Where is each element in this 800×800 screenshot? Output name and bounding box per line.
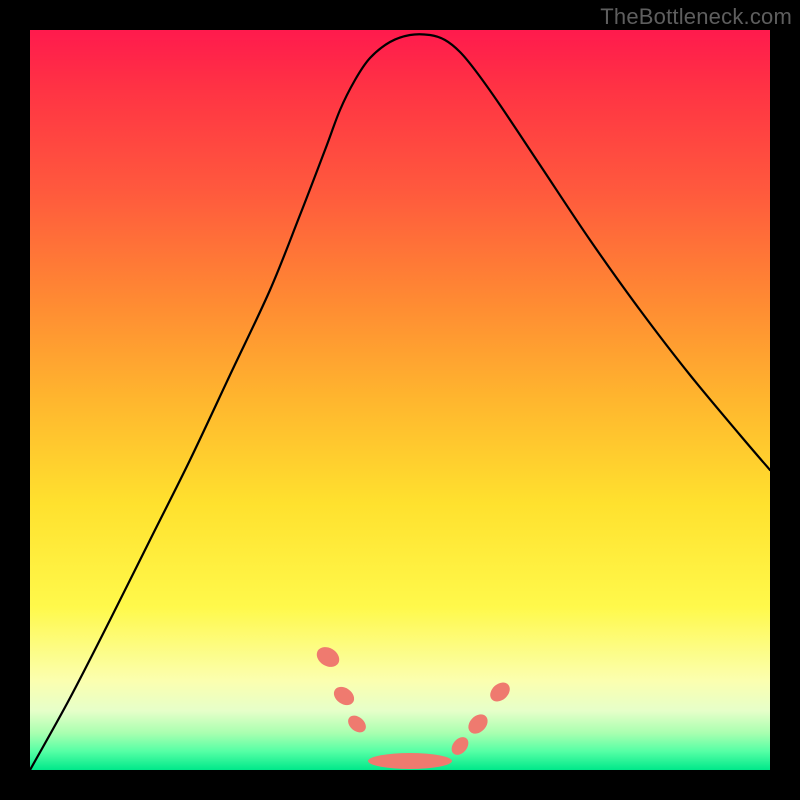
watermark-text: TheBottleneck.com bbox=[600, 4, 792, 30]
left-marker-3 bbox=[345, 712, 369, 736]
left-marker-2 bbox=[330, 683, 357, 709]
marker-group bbox=[313, 643, 513, 769]
right-marker-1 bbox=[448, 734, 472, 758]
bottom-bar bbox=[368, 753, 452, 769]
left-marker-1 bbox=[313, 643, 343, 671]
chart-frame: TheBottleneck.com bbox=[0, 0, 800, 800]
right-marker-3 bbox=[486, 679, 513, 706]
bottleneck-curve bbox=[30, 34, 770, 770]
right-marker-2 bbox=[465, 711, 492, 738]
chart-svg bbox=[30, 30, 770, 770]
